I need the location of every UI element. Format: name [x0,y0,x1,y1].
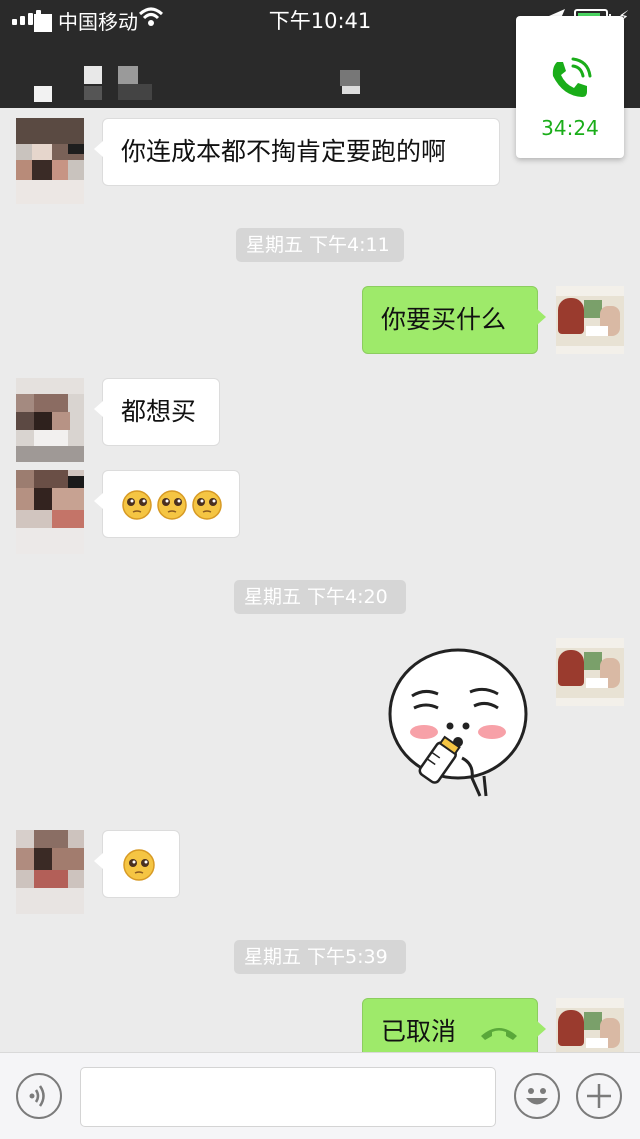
timestamp: 星期五 下午4:11 [236,228,404,262]
call-duration: 34:24 [541,116,599,140]
message-bubble-incoming[interactable] [94,830,180,898]
more-button[interactable] [576,1073,622,1119]
phone-hangup-icon [481,1028,517,1040]
message-bubble-incoming[interactable] [94,470,240,538]
pleading-face-emoji [123,849,155,881]
timestamp: 星期五 下午5:39 [234,940,406,974]
contact-avatar[interactable] [16,378,84,462]
my-avatar[interactable] [556,638,624,706]
my-avatar[interactable] [556,286,624,354]
message-bubble-incoming[interactable]: 你连成本都不掏肯定要跑的啊 [94,118,500,186]
voice-icon [29,1085,45,1107]
pleading-face-emoji [122,490,222,520]
emoji-icon [526,1088,548,1105]
call-status-text: 已取消 [381,1017,457,1046]
baby-bottle-face-sticker[interactable] [384,646,534,806]
contact-avatar[interactable] [16,118,84,204]
contact-avatar[interactable] [16,470,84,554]
message-bubble-incoming[interactable]: 都想买 [94,378,220,446]
message-text: 你连成本都不掏肯定要跑的啊 [121,137,447,166]
message-bubble-outgoing[interactable]: 你要买什么 [362,286,546,354]
voice-button[interactable] [16,1073,62,1119]
ongoing-call-widget[interactable]: 34:24 [516,16,624,158]
message-input[interactable] [80,1067,496,1127]
message-text: 都想买 [121,397,197,426]
message-text: 你要买什么 [381,305,507,334]
timestamp: 星期五 下午4:20 [234,580,406,614]
phone-ringing-icon [552,57,592,97]
input-bar [0,1052,640,1139]
emoji-button[interactable] [514,1073,560,1119]
plus-icon [587,1084,611,1108]
contact-avatar[interactable] [16,830,84,914]
